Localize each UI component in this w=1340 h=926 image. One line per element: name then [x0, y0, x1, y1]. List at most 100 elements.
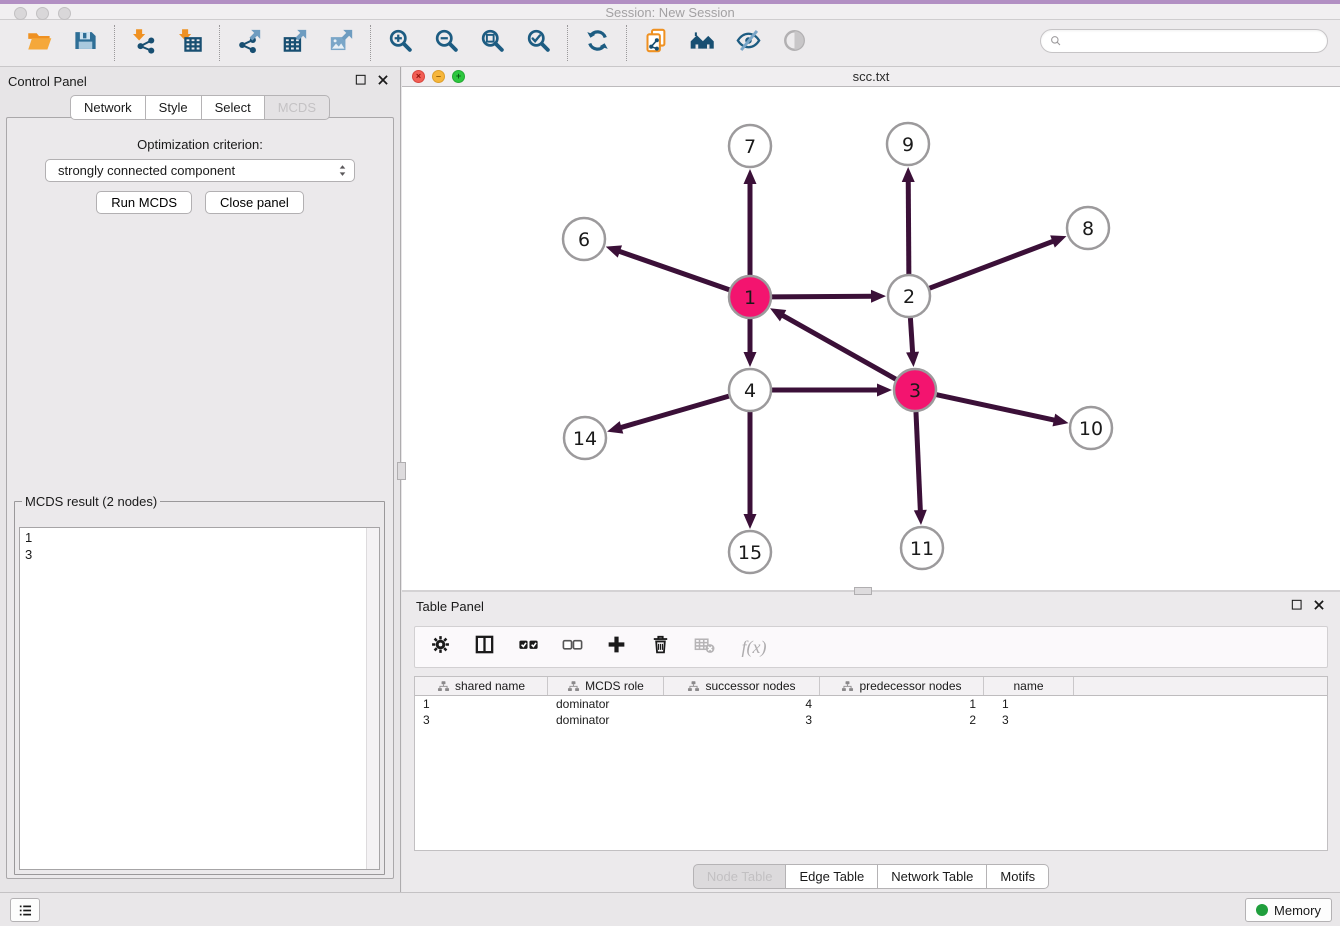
table-cell[interactable]: 4	[664, 696, 820, 712]
table-cell[interactable]: 1	[415, 696, 548, 712]
table-cell[interactable]: dominator	[548, 712, 664, 728]
save-session-button[interactable]	[65, 24, 105, 62]
table-cell[interactable]: 1	[984, 696, 1074, 712]
graph-edge-2-8[interactable]	[930, 241, 1055, 288]
zoom-selected-button[interactable]	[518, 24, 558, 62]
control-panel-title: Control Panel	[8, 74, 87, 89]
vertical-splitter-handle[interactable]	[397, 462, 406, 480]
table-cell[interactable]: 2	[820, 712, 984, 728]
export-network-button[interactable]	[229, 24, 269, 62]
column-header-MCDS-role[interactable]: MCDS role	[548, 677, 664, 695]
graph-edge-arrowhead	[607, 421, 623, 433]
window-title: Session: New Session	[0, 5, 1340, 20]
birds-eye-view-button[interactable]	[774, 24, 814, 62]
table-tab-node-table[interactable]: Node Table	[693, 864, 787, 889]
optimization-criterion-select[interactable]: strongly connected component	[45, 159, 355, 182]
table-cell[interactable]: 1	[820, 696, 984, 712]
export-network-icon	[236, 27, 263, 59]
task-history-button[interactable]	[10, 898, 40, 922]
zoom-out-button[interactable]	[426, 24, 466, 62]
table-settings-button[interactable]	[425, 632, 455, 662]
zoom-fit-icon	[479, 27, 506, 59]
home-view-button[interactable]	[682, 24, 722, 62]
close-panel-icon[interactable]	[376, 73, 390, 87]
table-cell[interactable]: 3	[984, 712, 1074, 728]
import-table-icon	[177, 27, 204, 59]
graph-node-label-2: 2	[903, 286, 915, 308]
zoom-fit-button[interactable]	[472, 24, 512, 62]
control-tab-style[interactable]: Style	[146, 95, 202, 120]
column-header-shared-name[interactable]: shared name	[415, 677, 548, 695]
function-builder-button: f(x)	[733, 632, 775, 662]
float-table-panel-icon[interactable]	[1290, 598, 1304, 612]
graph-edge-3-10[interactable]	[937, 395, 1056, 421]
network-canvas[interactable]: 7968124314101511	[402, 87, 1340, 590]
unselect-columns-button[interactable]	[557, 632, 587, 662]
open-file-button[interactable]	[19, 24, 59, 62]
graph-edge-3-11[interactable]	[916, 412, 920, 512]
function-builder-icon: f(x)	[742, 637, 767, 658]
memory-status-dot	[1256, 904, 1268, 916]
table-tab-network-table[interactable]: Network Table	[878, 864, 987, 889]
split-panel-button[interactable]	[469, 632, 499, 662]
zoom-in-button[interactable]	[380, 24, 420, 62]
graph-edge-2-3[interactable]	[910, 318, 912, 354]
table-row[interactable]: 3dominator323	[415, 712, 1327, 728]
graph-node-label-6: 6	[578, 229, 590, 251]
refresh-network-button[interactable]	[577, 24, 617, 62]
graph-edge-2-9[interactable]	[908, 180, 909, 274]
open-file-icon	[26, 27, 53, 59]
import-table-button[interactable]	[170, 24, 210, 62]
mcds-panel: Optimization criterion: strongly connect…	[6, 117, 394, 879]
result-scrollbar[interactable]	[366, 528, 379, 869]
table-row[interactable]: 1dominator411	[415, 696, 1327, 712]
copy-network-button[interactable]	[636, 24, 676, 62]
table-cell[interactable]: dominator	[548, 696, 664, 712]
graph-edge-4-14[interactable]	[620, 396, 729, 428]
column-sort-icon	[687, 680, 700, 693]
export-image-button[interactable]	[321, 24, 361, 62]
add-column-icon	[605, 633, 628, 661]
table-tab-motifs[interactable]: Motifs	[987, 864, 1049, 889]
close-table-panel-icon[interactable]	[1312, 598, 1326, 612]
graph-node-label-3: 3	[909, 380, 921, 402]
close-panel-button[interactable]: Close panel	[205, 191, 304, 214]
table-tab-edge-table[interactable]: Edge Table	[786, 864, 878, 889]
toolbar-button-groups	[10, 24, 823, 62]
delete-columns-button[interactable]	[645, 632, 675, 662]
export-table-button[interactable]	[275, 24, 315, 62]
graph-edge-1-6[interactable]	[618, 251, 729, 290]
hide-detail-button[interactable]	[728, 24, 768, 62]
result-line: 3	[25, 546, 379, 563]
graph-edge-arrowhead	[902, 167, 915, 182]
run-mcds-button[interactable]: Run MCDS	[96, 191, 192, 214]
search-box[interactable]	[1040, 29, 1328, 53]
graph-node-label-1: 1	[744, 287, 756, 309]
mcds-result-textarea[interactable]: 13	[19, 527, 380, 870]
select-all-columns-button[interactable]	[513, 632, 543, 662]
column-header-predecessor-nodes[interactable]: predecessor nodes	[820, 677, 984, 695]
search-input[interactable]	[1068, 34, 1319, 49]
table-cell[interactable]: 3	[664, 712, 820, 728]
control-tab-network[interactable]: Network	[70, 95, 146, 120]
save-session-icon	[72, 27, 99, 59]
node-table: shared nameMCDS rolesuccessor nodesprede…	[414, 676, 1328, 851]
table-cell[interactable]: 3	[415, 712, 548, 728]
delete-table-button	[689, 632, 719, 662]
graph-edge-3-1[interactable]	[781, 315, 895, 380]
table-panel: Table Panel f(x) shared nameMCDS rolesuc…	[402, 592, 1340, 892]
add-column-button[interactable]	[601, 632, 631, 662]
graph-edge-1-2[interactable]	[772, 296, 873, 297]
graph-edge-arrowhead	[906, 352, 919, 367]
column-header-successor-nodes[interactable]: successor nodes	[664, 677, 820, 695]
main-work-area: × – + scc.txt 7968124314101511 Table Pan…	[402, 67, 1340, 892]
refresh-network-icon	[584, 27, 611, 59]
optimization-criterion-label: Optimization criterion:	[7, 137, 393, 152]
float-panel-icon[interactable]	[354, 73, 368, 87]
import-network-button[interactable]	[124, 24, 164, 62]
memory-button[interactable]: Memory	[1245, 898, 1332, 922]
horizontal-splitter-handle[interactable]	[854, 587, 872, 595]
control-tab-select[interactable]: Select	[202, 95, 265, 120]
control-tab-mcds[interactable]: MCDS	[265, 95, 330, 120]
column-header-name[interactable]: name	[984, 677, 1074, 695]
